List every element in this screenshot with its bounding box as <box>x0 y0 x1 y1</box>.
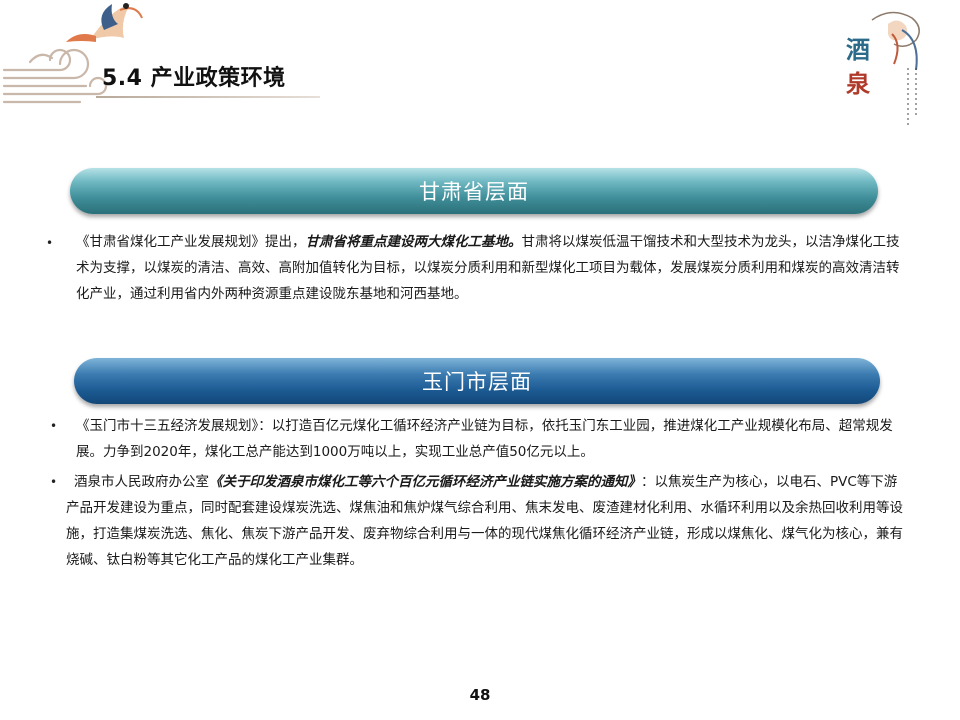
flying-apsara-icon <box>66 3 143 42</box>
svg-text:酒: 酒 <box>846 35 870 64</box>
title-underline <box>96 96 320 98</box>
emphasis-text: 《关于印发酒泉市煤化工等六个百亿元循环经济产业链实施方案的通知》 <box>209 474 641 490</box>
emphasis-text: 甘肃省将重点建设两大煤化工基地。 <box>305 234 522 250</box>
paragraph-text: 酒泉市人民政府办公室 <box>74 474 209 490</box>
page-title: 5.4 产业政策环境 <box>102 66 286 91</box>
yumen-policy-paragraph: 《玉门市十三五经济发展规划》：以打造百亿元煤化工循环经济产业链为目标，依托玉门东… <box>76 418 893 460</box>
svg-text:泉: 泉 <box>846 69 871 98</box>
bullet-icon: • <box>50 419 58 433</box>
bullet-icon: • <box>50 475 58 489</box>
gansu-level-banner: 甘肃省层面 <box>70 168 878 214</box>
jiuquan-policy-paragraph: 酒泉市人民政府办公室《关于印发酒泉市煤化工等六个百亿元循环经济产业链实施方案的通… <box>66 469 906 573</box>
paragraph-text: 《甘肃省煤化工产业发展规划》提出， <box>76 234 306 250</box>
gansu-policy-paragraph: 《甘肃省煤化工产业发展规划》提出，甘肃省将重点建设两大煤化工基地。甘肃将以煤炭低… <box>76 229 906 307</box>
page-number: 48 <box>469 686 491 704</box>
yumen-level-banner: 玉门市层面 <box>74 358 880 404</box>
bullet-icon: • <box>46 236 54 250</box>
jiuquan-logo-icon: 酒 泉 <box>846 11 920 126</box>
